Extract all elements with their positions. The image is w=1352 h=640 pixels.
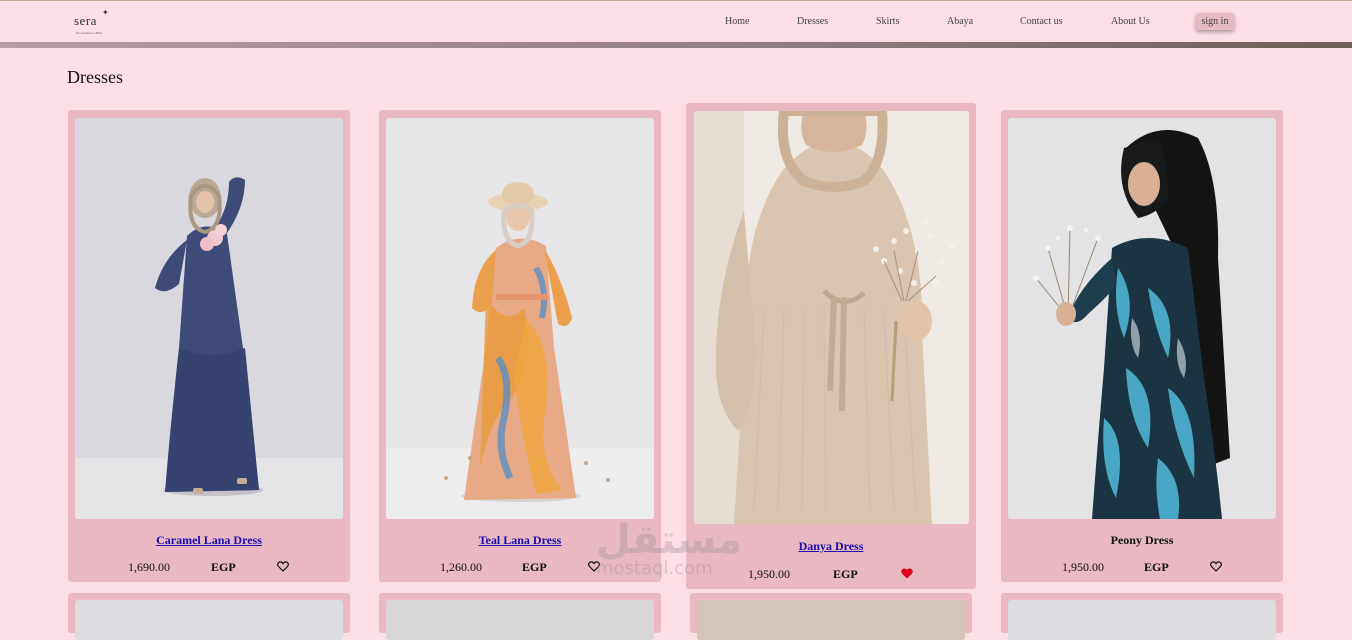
heart-icon[interactable] <box>588 561 600 572</box>
signin-button[interactable]: sign in <box>1196 13 1234 30</box>
product-card[interactable] <box>1001 593 1283 640</box>
header-divider-bar <box>0 42 1352 48</box>
heart-filled-icon[interactable] <box>901 568 913 579</box>
site-header: sera ✦ the modest office Home Dresses Sk… <box>0 1 1352 42</box>
brand-logo[interactable]: sera ✦ the modest office <box>74 8 109 35</box>
product-name[interactable]: Caramel Lana Dress <box>68 533 350 548</box>
product-image[interactable] <box>75 118 343 519</box>
product-price: 1,260.00 <box>440 560 482 574</box>
product-image[interactable] <box>386 600 654 640</box>
product-card[interactable]: Caramel Lana Dress 1,690.00 EGP <box>68 110 350 582</box>
brand-name: sera <box>74 13 97 28</box>
product-image[interactable] <box>694 111 969 524</box>
product-name[interactable]: Peony Dress <box>1001 533 1283 548</box>
product-card[interactable]: Teal Lana Dress 1,260.00 EGP <box>379 110 661 582</box>
nav-dresses[interactable]: Dresses <box>797 16 828 27</box>
product-currency: EGP <box>1144 560 1169 574</box>
nav-abaya[interactable]: Abaya <box>947 16 973 27</box>
nav-about[interactable]: About Us <box>1111 16 1150 27</box>
product-image[interactable] <box>1008 600 1276 640</box>
product-image[interactable] <box>697 600 965 640</box>
nav-contact[interactable]: Contact us <box>1020 16 1063 27</box>
product-name[interactable]: Teal Lana Dress <box>379 533 661 548</box>
nav-home[interactable]: Home <box>725 16 749 27</box>
product-currency: EGP <box>211 560 236 574</box>
product-card[interactable] <box>690 593 972 640</box>
product-currency: EGP <box>833 567 858 581</box>
product-card[interactable]: Danya Dress 1,950.00 EGP <box>686 103 976 589</box>
product-name[interactable]: Danya Dress <box>686 539 976 554</box>
product-image[interactable] <box>1008 118 1276 519</box>
product-card[interactable] <box>68 593 350 640</box>
product-card[interactable]: Peony Dress 1,950.00 EGP <box>1001 110 1283 582</box>
product-card[interactable] <box>379 593 661 640</box>
product-currency: EGP <box>522 560 547 574</box>
product-image[interactable] <box>386 118 654 519</box>
product-price: 1,950.00 <box>1062 560 1104 574</box>
brand-star-icon: ✦ <box>102 8 109 17</box>
heart-icon[interactable] <box>277 561 289 572</box>
nav-skirts[interactable]: Skirts <box>876 16 899 27</box>
product-price: 1,690.00 <box>128 560 170 574</box>
product-price: 1,950.00 <box>748 567 790 581</box>
heart-icon[interactable] <box>1210 561 1222 572</box>
page-title: Dresses <box>67 67 123 87</box>
brand-tagline: the modest office <box>76 31 103 35</box>
product-image[interactable] <box>75 600 343 640</box>
